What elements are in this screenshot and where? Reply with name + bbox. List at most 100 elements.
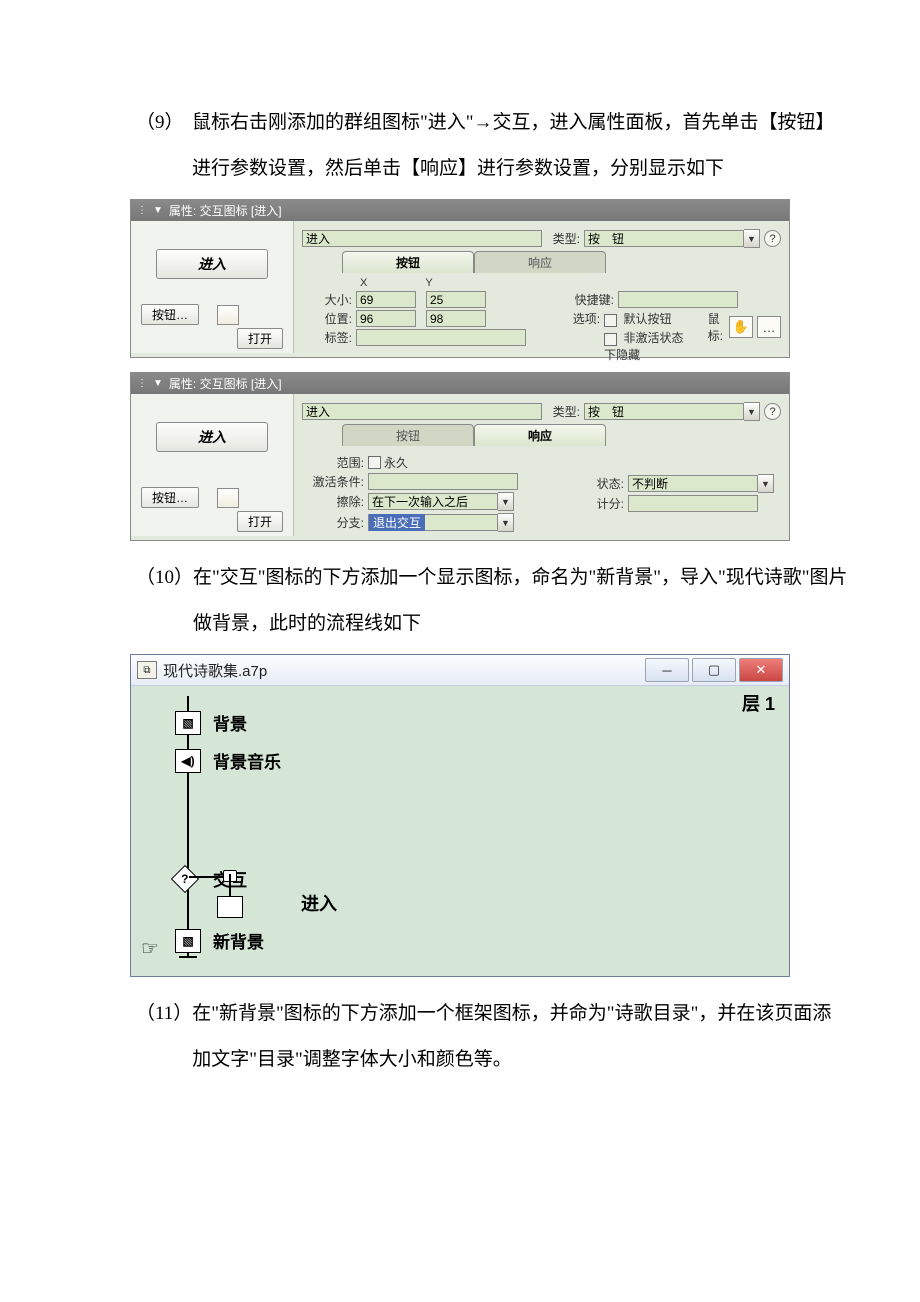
mouse-label: 鼠标: <box>708 310 723 344</box>
button-config-button[interactable]: 按钮… <box>141 304 199 325</box>
score-label: 计分: <box>562 495 624 512</box>
layer-label: 层 1 <box>742 690 775 716</box>
col-x-label: X <box>360 277 367 289</box>
status-label: 状态: <box>562 475 624 492</box>
erase-select[interactable] <box>368 493 498 510</box>
node-music-label: 背景音乐 <box>213 748 281 773</box>
step-11-text: 在"新背景"图标的下方添加一个框架图标，并命为"诗歌目录"，并在该页面添加文字"… <box>192 991 860 1082</box>
step-9: （9） 鼠标右击刚添加的群组图标"进入"→交互，进入属性面板，首先单击【按钮】进… <box>136 100 860 191</box>
default-button-label: 默认按钮 <box>623 312 671 326</box>
open-button[interactable]: 打开 <box>237 328 283 349</box>
group-icon[interactable] <box>217 896 243 918</box>
size-x-input[interactable] <box>356 291 416 308</box>
branch-select-value: 退出交互 <box>369 514 425 531</box>
branch-select[interactable]: 退出交互 <box>368 514 498 531</box>
col-y-label: Y <box>425 277 432 289</box>
tag-input[interactable] <box>356 329 526 346</box>
node-background[interactable]: ▧ 背景 <box>175 710 247 735</box>
permanent-checkbox[interactable] <box>368 456 381 469</box>
step-10-text: 在"交互"图标的下方添加一个显示图标，命名为"新背景"，导入"现代诗歌"图片做背… <box>193 555 860 646</box>
step-10: （10） 在"交互"图标的下方添加一个显示图标，命名为"新背景"，导入"现代诗歌… <box>136 555 860 646</box>
display-icon: ▧ <box>175 711 201 735</box>
type-select[interactable] <box>584 403 744 420</box>
flow-title-text: 现代诗歌集.a7p <box>163 660 267 681</box>
hide-inactive-checkbox[interactable] <box>604 333 617 346</box>
pos-x-input[interactable] <box>356 310 416 327</box>
tab-response[interactable]: 响应 <box>474 251 606 273</box>
tab-response[interactable]: 响应 <box>474 424 606 446</box>
panel-collapse-icon[interactable]: ▼ <box>153 205 163 216</box>
node-newbg-label: 新背景 <box>213 928 264 953</box>
property-panel-1: ⋮ ▼ 属性: 交互图标 [进入] 进入 按钮… 打开 类型: <box>130 199 790 358</box>
size-label: 大小: <box>302 291 352 308</box>
property-panel-2: ⋮ ▼ 属性: 交互图标 [进入] 进入 按钮… 打开 类型: <box>130 372 790 541</box>
panel-handle-icon: ⋮ <box>137 378 147 389</box>
enter-button[interactable]: 进入 <box>156 249 268 279</box>
type-label: 类型: <box>553 403 580 420</box>
enter-button[interactable]: 进入 <box>156 422 268 452</box>
type-select[interactable] <box>584 230 744 247</box>
pointer-hand-icon: ☞ <box>141 936 159 961</box>
flow-end-icon <box>179 956 197 958</box>
node-background-label: 背景 <box>213 710 247 735</box>
hotkey-input[interactable] <box>618 291 738 308</box>
type-dropdown-icon[interactable]: ▼ <box>744 402 760 421</box>
panel-handle-icon: ⋮ <box>137 205 147 216</box>
display-icon: ▧ <box>175 929 201 953</box>
size-y-input[interactable] <box>426 291 486 308</box>
node-enter-label: 进入 <box>301 890 337 916</box>
minimize-button[interactable]: ─ <box>645 658 689 682</box>
step-11: （11） 在"新背景"图标的下方添加一个框架图标，并命为"诗歌目录"，并在该页面… <box>136 991 860 1082</box>
name-input[interactable] <box>302 403 542 420</box>
help-icon[interactable]: ? <box>764 230 781 247</box>
help-icon[interactable]: ? <box>764 403 781 420</box>
condition-input[interactable] <box>368 473 518 490</box>
step-9-text: 鼠标右击刚添加的群组图标"进入"→交互，进入属性面板，首先单击【按钮】进行参数设… <box>192 100 860 191</box>
flow-window: ⧉ 现代诗歌集.a7p ─ ▢ ✕ 层 1 ▧ 背景 ◀) 背景音乐 ? 交互 <box>130 654 790 977</box>
branch-label: 分支: <box>302 514 364 531</box>
flow-titlebar[interactable]: ⧉ 现代诗歌集.a7p ─ ▢ ✕ <box>131 655 789 686</box>
preview-icon[interactable] <box>217 488 239 508</box>
panel-1-titlebar[interactable]: ⋮ ▼ 属性: 交互图标 [进入] <box>131 200 789 221</box>
node-newbg[interactable]: ▧ 新背景 <box>175 928 264 953</box>
option-label: 选项: <box>552 310 600 327</box>
status-dropdown-icon[interactable]: ▼ <box>758 474 774 493</box>
condition-label: 激活条件: <box>302 473 364 490</box>
panel-1-title: 属性: 交互图标 [进入] <box>169 202 282 219</box>
step-10-number: （10） <box>136 555 193 646</box>
open-button[interactable]: 打开 <box>237 511 283 532</box>
interaction-icon: ? <box>171 865 199 893</box>
score-input[interactable] <box>628 495 758 512</box>
node-music[interactable]: ◀) 背景音乐 <box>175 748 281 773</box>
sound-icon: ◀) <box>175 749 201 773</box>
tab-button[interactable]: 按钮 <box>342 251 474 273</box>
status-select[interactable] <box>628 475 758 492</box>
erase-label: 擦除: <box>302 493 364 510</box>
cursor-browse-icon[interactable]: … <box>757 316 781 338</box>
maximize-button[interactable]: ▢ <box>692 658 736 682</box>
close-button[interactable]: ✕ <box>739 658 783 682</box>
tag-label: 标签: <box>302 329 352 346</box>
pos-y-input[interactable] <box>426 310 486 327</box>
cursor-hand-icon[interactable]: ✋ <box>729 316 753 338</box>
flow-main-line <box>187 696 189 956</box>
permanent-label: 永久 <box>384 454 408 471</box>
step-9-number: （9） <box>136 100 192 191</box>
erase-dropdown-icon[interactable]: ▼ <box>498 492 514 511</box>
authorware-icon: ⧉ <box>137 661 157 679</box>
default-button-checkbox[interactable] <box>604 314 617 327</box>
scope-label: 范围: <box>302 454 364 471</box>
type-dropdown-icon[interactable]: ▼ <box>744 229 760 248</box>
type-label: 类型: <box>553 230 580 247</box>
hotkey-label: 快捷键: <box>552 291 614 308</box>
preview-icon[interactable] <box>217 305 239 325</box>
button-config-button[interactable]: 按钮… <box>141 487 199 508</box>
panel-2-title: 属性: 交互图标 [进入] <box>169 375 282 392</box>
panel-2-titlebar[interactable]: ⋮ ▼ 属性: 交互图标 [进入] <box>131 373 789 394</box>
tab-button[interactable]: 按钮 <box>342 424 474 446</box>
branch-dropdown-icon[interactable]: ▼ <box>498 513 514 532</box>
step-11-number: （11） <box>136 991 192 1082</box>
name-input[interactable] <box>302 230 542 247</box>
flow-canvas[interactable]: 层 1 ▧ 背景 ◀) 背景音乐 ? 交互 进入 ▧ 新背景 <box>131 686 789 976</box>
panel-collapse-icon[interactable]: ▼ <box>153 378 163 389</box>
